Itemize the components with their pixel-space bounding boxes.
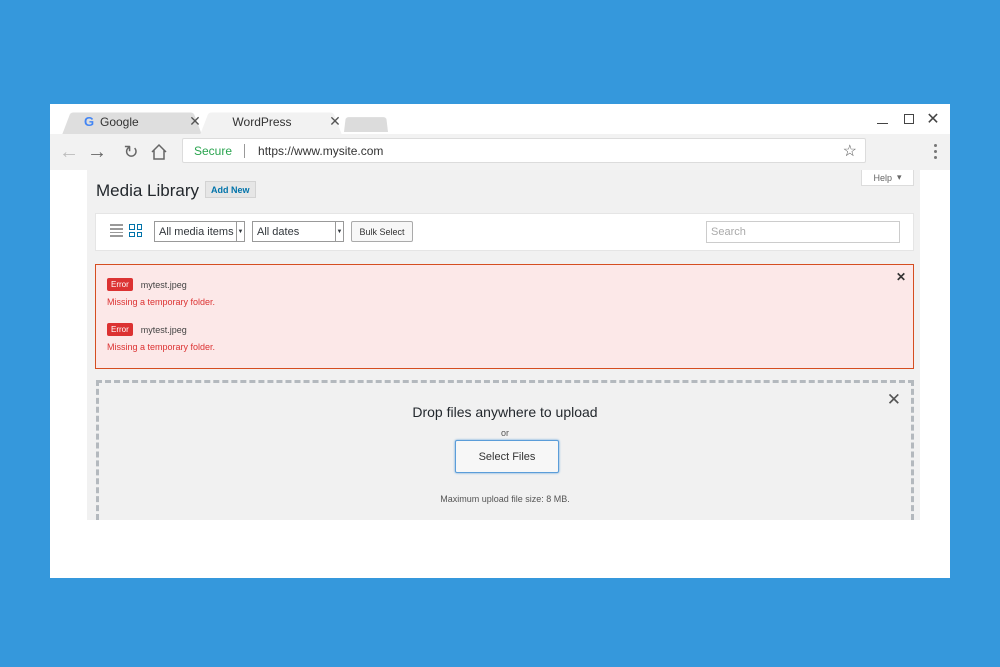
url-text: https://www.mysite.com — [258, 143, 384, 158]
help-tab-button[interactable]: Help ▾ — [861, 170, 914, 186]
media-toolbar: All media items ▼ All dates ▼ Bulk Selec… — [95, 213, 914, 251]
media-type-value: All media items — [159, 225, 234, 238]
back-arrow-icon[interactable]: ← — [58, 141, 80, 163]
date-filter-value: All dates — [257, 225, 300, 238]
upload-errors-panel: ✕ Error mytest.jpeg Missing a temporary … — [95, 264, 914, 369]
close-icon[interactable]: ✕ — [896, 270, 906, 284]
secure-label: Secure — [194, 143, 233, 158]
close-window-icon[interactable]: ✕ — [923, 110, 943, 128]
minimize-icon[interactable] — [872, 110, 892, 128]
browser-window: G Google ✕ WordPress ✕ ✕ ← → ↻ Secure ht… — [50, 104, 950, 578]
page-title: Media Library — [96, 181, 199, 200]
search-input[interactable]: Search — [706, 221, 900, 243]
date-filter-select[interactable]: All dates ▼ — [252, 221, 344, 242]
error-item: Error mytest.jpeg Missing a temporary fo… — [107, 278, 215, 307]
list-view-icon[interactable] — [110, 224, 123, 237]
bulk-select-button[interactable]: Bulk Select — [351, 221, 413, 242]
tab-label: Google — [100, 114, 139, 129]
select-files-button[interactable]: Select Files — [455, 440, 559, 473]
browser-toolbar: ← → ↻ Secure https://www.mysite.com ☆ — [50, 134, 950, 170]
grid-view-icon[interactable] — [129, 224, 142, 237]
error-badge: Error — [107, 323, 133, 336]
error-item: Error mytest.jpeg Missing a temporary fo… — [107, 323, 215, 352]
error-filename: mytest.jpeg — [140, 279, 187, 290]
tab-label: WordPress — [232, 114, 292, 129]
drop-zone-title: Drop files anywhere to upload — [412, 404, 598, 420]
media-type-select[interactable]: All media items ▼ — [154, 221, 245, 242]
reload-icon[interactable]: ↻ — [120, 142, 142, 162]
address-bar[interactable]: Secure https://www.mysite.com ☆ — [182, 138, 866, 163]
error-filename: mytest.jpeg — [140, 324, 187, 335]
tab-google[interactable]: G Google ✕ — [62, 108, 202, 135]
dropdown-arrow-icon: ▼ — [335, 222, 343, 241]
bookmark-star-icon[interactable]: ☆ — [843, 141, 857, 161]
google-icon: G — [83, 114, 95, 129]
upload-drop-zone[interactable]: ✕ Drop files anywhere to upload or Selec… — [96, 380, 914, 520]
menu-dots-icon[interactable] — [930, 144, 940, 159]
maximize-icon[interactable] — [899, 110, 919, 128]
help-label: Help — [873, 172, 892, 183]
dropdown-arrow-icon: ▼ — [236, 222, 244, 241]
divider — [244, 143, 246, 158]
caret-down-icon: ▾ — [896, 172, 902, 182]
tab-strip: G Google ✕ WordPress ✕ ✕ — [50, 104, 950, 135]
or-text: or — [500, 428, 509, 438]
wp-admin-page: Help ▾ Media Library Add New All media i… — [87, 170, 920, 520]
forward-arrow-icon[interactable]: → — [86, 141, 108, 163]
max-upload-size-text: Maximum upload file size: 8 MB. — [440, 494, 570, 504]
add-new-button[interactable]: Add New — [205, 181, 256, 198]
new-tab-button[interactable] — [344, 115, 388, 132]
error-message: Missing a temporary folder. — [107, 297, 216, 307]
close-tab-icon[interactable]: ✕ — [328, 114, 342, 128]
error-message: Missing a temporary folder. — [107, 342, 216, 352]
home-icon[interactable] — [148, 142, 170, 162]
tab-wordpress[interactable]: WordPress ✕ — [200, 108, 342, 135]
error-badge: Error — [107, 278, 133, 291]
